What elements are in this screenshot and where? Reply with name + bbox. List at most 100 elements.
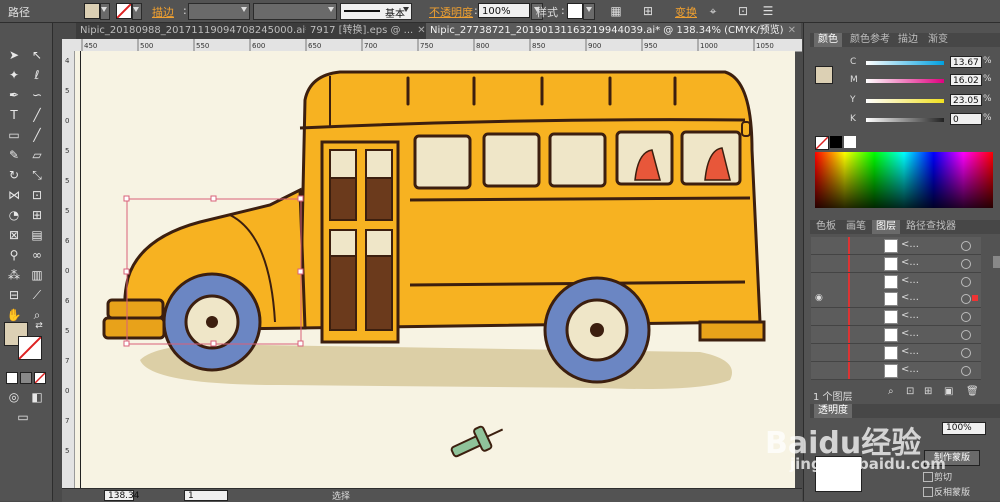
target-circle-icon[interactable]: [961, 276, 971, 287]
layer-row[interactable]: ◉ <...: [811, 290, 981, 309]
tab-layers[interactable]: 图层: [872, 220, 900, 234]
layer-name[interactable]: <...: [901, 328, 919, 339]
white-color-chip[interactable]: [844, 136, 856, 148]
slider-yellow[interactable]: Y 23.05 %: [850, 94, 1000, 107]
document-tab-3-active[interactable]: Nipic_27738721_20190131163219944039.ai* …: [426, 23, 801, 39]
rotate-tool-icon[interactable]: ↻: [5, 166, 23, 184]
opacity-field[interactable]: 100%: [478, 3, 530, 18]
new-sublayer-icon[interactable]: ⊞: [924, 387, 934, 397]
tab-brushes[interactable]: 画笔: [842, 220, 870, 234]
slider-value[interactable]: 16.02: [950, 74, 982, 86]
swap-colors-icon[interactable]: ⇄: [33, 320, 45, 332]
slider-track[interactable]: [866, 79, 944, 83]
width-tool-icon[interactable]: ⋈: [5, 186, 23, 204]
document-tab-1[interactable]: Nipic_20180988_20171119094708245000.ai*✕: [76, 23, 306, 39]
eraser-tool-icon[interactable]: ▱: [28, 146, 46, 164]
layer-name[interactable]: <...: [901, 275, 919, 286]
slider-track[interactable]: [866, 99, 944, 103]
panel-menu-icon[interactable]: ☰: [760, 3, 776, 19]
mesh-tool-icon[interactable]: ⊠: [5, 226, 23, 244]
slice-tool-icon[interactable]: ⟋: [28, 286, 46, 304]
align-icon[interactable]: ⊞: [640, 3, 656, 19]
slider-magenta[interactable]: M 16.02 %: [850, 74, 1000, 87]
page-field[interactable]: 1: [184, 490, 228, 501]
delete-layer-icon[interactable]: 🗑: [966, 387, 979, 397]
layer-name[interactable]: <...: [901, 364, 919, 375]
direct-selection-tool-icon[interactable]: ↖: [28, 46, 46, 64]
slider-value[interactable]: 13.67: [950, 56, 982, 68]
layers-scrollbar-thumb[interactable]: [993, 256, 1000, 268]
artboard-tool-icon[interactable]: ⊟: [5, 286, 23, 304]
fill-swatch[interactable]: [84, 3, 100, 19]
zoom-field[interactable]: 138.34: [104, 490, 140, 501]
document-setup-icon[interactable]: ▦: [608, 3, 624, 19]
target-circle-icon[interactable]: [961, 347, 971, 358]
slider-track[interactable]: [866, 118, 944, 122]
perspective-grid-tool-icon[interactable]: ⊞: [28, 206, 46, 224]
style-dropdown[interactable]: [583, 3, 595, 20]
stroke-profile-dropdown[interactable]: 基本: [340, 3, 412, 20]
target-circle-icon[interactable]: [961, 365, 971, 376]
layer-row[interactable]: <...: [811, 237, 981, 255]
invert-mask-checkbox[interactable]: [923, 487, 933, 497]
magic-wand-tool-icon[interactable]: ✦: [5, 66, 23, 84]
draw-normal-icon[interactable]: ◎: [5, 388, 23, 406]
target-circle-icon[interactable]: [961, 294, 971, 305]
select-similar-icon[interactable]: ⊡: [735, 3, 751, 19]
layer-name[interactable]: <...: [901, 346, 919, 357]
color-panel-fill-box[interactable]: [815, 66, 833, 84]
layer-row[interactable]: <...: [811, 343, 981, 362]
slider-value[interactable]: 0: [950, 113, 982, 125]
none-mode-icon[interactable]: [34, 372, 46, 384]
opacity-label[interactable]: 不透明度: [429, 4, 473, 20]
fill-dropdown[interactable]: [100, 3, 110, 20]
eyedropper-tool-icon[interactable]: ⚲: [5, 246, 23, 264]
lasso-tool-icon[interactable]: ℓ: [28, 66, 46, 84]
transparency-opacity-field[interactable]: 100%: [942, 422, 986, 435]
visibility-eye-icon[interactable]: ◉: [815, 293, 825, 303]
visibility-eye-icon[interactable]: [815, 329, 825, 339]
target-circle-icon[interactable]: [961, 312, 971, 323]
document-tab-2[interactable]: 7917 [转换].eps @ ... ✕: [306, 23, 426, 39]
layer-row[interactable]: <...: [811, 308, 981, 327]
visibility-eye-icon[interactable]: [815, 240, 825, 250]
stroke-label[interactable]: 描边: [152, 4, 174, 20]
tab-swatches[interactable]: 色板: [812, 220, 840, 234]
visibility-eye-icon[interactable]: [815, 276, 825, 286]
stroke-color-box[interactable]: [18, 336, 42, 360]
color-mode-icon[interactable]: [6, 372, 18, 384]
gradient-mode-icon[interactable]: [20, 372, 32, 384]
shape-builder-tool-icon[interactable]: ◔: [5, 206, 23, 224]
paintbrush-tool-icon[interactable]: ╱: [28, 126, 46, 144]
layer-name[interactable]: <...: [901, 239, 919, 250]
black-color-chip[interactable]: [830, 136, 842, 148]
free-transform-tool-icon[interactable]: ⊡: [28, 186, 46, 204]
visibility-eye-icon[interactable]: [815, 311, 825, 321]
visibility-eye-icon[interactable]: [815, 347, 825, 357]
pen-tool-icon[interactable]: ✒: [5, 86, 23, 104]
stroke-weight-dropdown[interactable]: [188, 3, 250, 20]
tab-stroke[interactable]: 描边: [894, 33, 922, 47]
color-spectrum[interactable]: [815, 152, 993, 208]
layer-name[interactable]: <...: [901, 310, 919, 321]
tab-color[interactable]: 颜色: [814, 33, 842, 47]
curvature-tool-icon[interactable]: ∽: [28, 86, 46, 104]
rectangle-tool-icon[interactable]: ▭: [5, 126, 23, 144]
tab-color-guide[interactable]: 颜色参考: [846, 33, 894, 47]
new-layer-icon[interactable]: ▣: [944, 387, 954, 397]
selection-tool-icon[interactable]: ➤: [5, 46, 23, 64]
slider-black[interactable]: K 0 %: [850, 113, 1000, 126]
slider-cyan[interactable]: C 13.67 %: [850, 56, 1000, 69]
locate-object-icon[interactable]: ⌕: [888, 387, 898, 397]
close-icon[interactable]: ✕: [417, 25, 425, 36]
draw-behind-icon[interactable]: ◧: [28, 388, 46, 406]
layer-row[interactable]: <...: [811, 254, 981, 273]
stroke-swatch[interactable]: [116, 3, 132, 19]
layer-name[interactable]: <...: [901, 257, 919, 268]
style-swatch[interactable]: [567, 3, 583, 19]
symbol-sprayer-tool-icon[interactable]: ⁂: [5, 266, 23, 284]
type-tool-icon[interactable]: T: [5, 106, 23, 124]
stroke-color-dropdown[interactable]: [132, 3, 142, 20]
tab-transparency[interactable]: 透明度: [814, 404, 852, 418]
close-icon[interactable]: ✕: [788, 25, 796, 36]
